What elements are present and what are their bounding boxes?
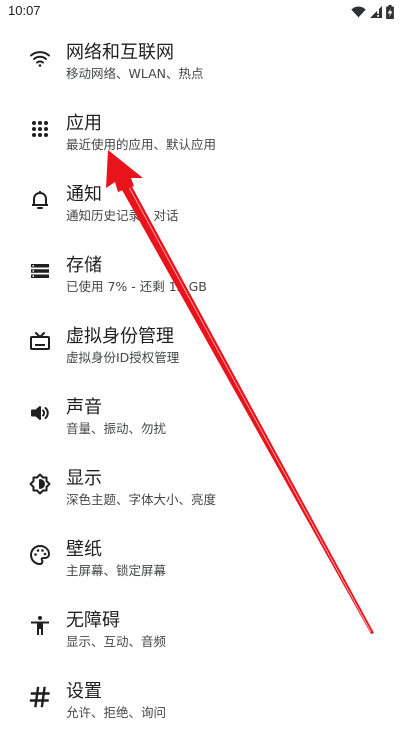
status-time: 10:07 [8,3,41,18]
brightness-icon [28,472,52,496]
settings-item-subtitle: 已使用 7% - 还剩 12 GB [66,279,207,294]
settings-item-title: 无障碍 [66,610,120,631]
tv-icon [28,330,52,354]
settings-item-subtitle: 允许、拒绝、询问 [66,705,167,720]
settings-item-sound[interactable]: 声音 音量、振动、勿扰 [0,379,412,450]
settings-item-notifications[interactable]: 通知 通知历史记录、对话 [0,166,412,237]
settings-item-virtual-identity[interactable]: 虚拟身份管理 虚拟身份ID授权管理 [0,308,412,379]
settings-item-wallpaper[interactable]: 壁纸 主屏幕、锁定屏幕 [0,521,412,592]
settings-item-title: 壁纸 [66,539,102,560]
settings-item-subtitle: 显示、互动、音频 [66,634,167,649]
status-icons [351,4,394,20]
settings-item-display[interactable]: 显示 深色主题、字体大小、亮度 [0,450,412,521]
settings-list: 网络和互联网 移动网络、WLAN、热点 应用 最近使用的应用、默认应用 通知 通… [0,24,412,734]
settings-item-subtitle: 最近使用的应用、默认应用 [66,137,217,152]
settings-item-subtitle: 通知历史记录、对话 [66,208,179,223]
settings-item-subtitle: 深色主题、字体大小、亮度 [66,492,217,507]
settings-item-storage[interactable]: 存储 已使用 7% - 还剩 12 GB [0,237,412,308]
bell-icon [28,188,52,212]
status-bar: 10:07 [0,0,412,24]
accessibility-icon [28,614,52,638]
settings-item-network[interactable]: 网络和互联网 移动网络、WLAN、热点 [0,24,412,95]
signal-icon [370,6,382,18]
settings-item-title: 网络和互联网 [66,42,174,63]
palette-icon [28,543,52,567]
speaker-icon [28,401,52,425]
apps-grid-icon [28,117,52,141]
settings-item-subtitle: 虚拟身份ID授权管理 [66,350,180,365]
settings-item-title: 虚拟身份管理 [66,326,174,347]
settings-item-title: 通知 [66,184,102,205]
settings-item-subtitle: 主屏幕、锁定屏幕 [66,563,167,578]
settings-item-title: 应用 [66,113,102,134]
settings-item-subtitle: 音量、振动、勿扰 [66,421,167,436]
storage-icon [28,259,52,283]
settings-item-title: 存储 [66,255,102,276]
wifi-icon [28,46,52,70]
settings-item-subtitle: 移动网络、WLAN、热点 [66,66,204,81]
settings-item-apps[interactable]: 应用 最近使用的应用、默认应用 [0,95,412,166]
settings-item-settings[interactable]: 设置 允许、拒绝、询问 [0,663,412,734]
settings-item-title: 设置 [66,681,102,702]
hash-icon [28,685,52,709]
wifi-icon [351,6,366,18]
battery-icon [386,5,394,19]
settings-item-title: 声音 [66,397,102,418]
settings-item-title: 显示 [66,468,102,489]
settings-item-accessibility[interactable]: 无障碍 显示、互动、音频 [0,592,412,663]
